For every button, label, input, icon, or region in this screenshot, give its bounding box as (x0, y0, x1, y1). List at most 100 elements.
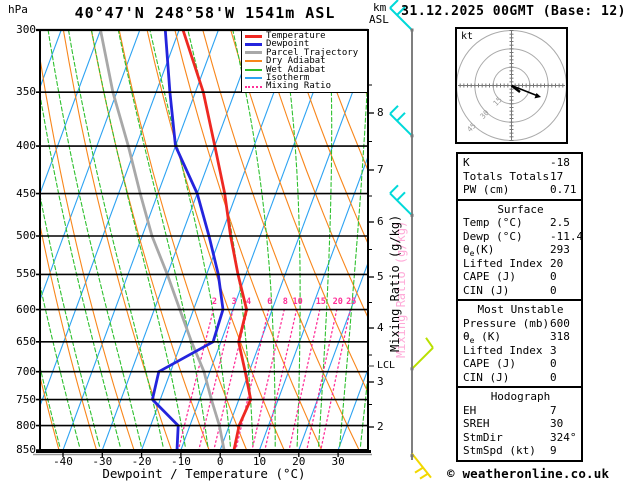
indices-section-title: Hodograph (490, 390, 551, 403)
pressure-tick-label: 300 (16, 23, 36, 36)
pressure-unit-label: hPa (8, 3, 28, 16)
indices-row-label: K (463, 156, 470, 169)
hodograph-unit-label: kt (461, 31, 474, 42)
indices-section: Hodograph EH 7 SREH 30 StmDir 324° StmSpd (kt) 9 (456, 386, 583, 462)
indices-row-label: CAPE (J) (463, 270, 516, 283)
temp-tick-label: 0 (216, 455, 224, 468)
legend-item-label: Mixing Ratio (266, 81, 332, 92)
indices-section-title: Most Unstable (477, 303, 564, 316)
indices-row-value: 7 (550, 403, 557, 417)
indices-row-label: Temp (°C) (463, 216, 523, 229)
legend-line-sample (245, 77, 262, 80)
legend-line-sample (245, 60, 262, 63)
mixing-axis-title: Mixing Ratio (g/kg) (388, 214, 402, 352)
km-tick-label: 5 (377, 270, 384, 283)
legend-line-sample (245, 34, 262, 38)
wind-barb (389, 184, 413, 217)
wind-barb (411, 453, 432, 480)
dry-adiabat-line (593, 30, 629, 450)
indices-row-value: -18 (550, 156, 570, 169)
indices-row: Temp (°C) 2.5 (463, 216, 581, 230)
temp-tick-label: -10 (170, 455, 191, 468)
dry-adiabat-line (40, 54, 135, 450)
dry-adiabat-line (230, 30, 368, 394)
mixing-ratio-line (264, 308, 298, 450)
mixing-ratio-value-label: 6 (267, 297, 273, 307)
indices-row-value: 318 (550, 330, 570, 343)
indices-row: CAPE (J) 0 (463, 357, 581, 371)
km-tick-label: 8 (377, 106, 384, 119)
skewt-chart-page: hPa 40°47'N 248°58'W 1541m ASL km ASL 31… (0, 0, 629, 486)
indices-row: Totals Totals17 (463, 170, 581, 184)
pressure-tick-label: 350 (16, 85, 36, 99)
km-tick-label: 3 (377, 375, 384, 388)
wind-barb-station-dot (410, 134, 414, 138)
wind-barb (389, 105, 413, 137)
indices-row: Pressure (mb)600 (463, 317, 581, 331)
indices-row-label: StmDir (463, 430, 503, 444)
temp-tick-label: -40 (53, 455, 73, 468)
indices-row: θe(K) 293 (463, 243, 581, 258)
mixing-ratio-line (306, 308, 338, 450)
temp-tick-label: 30 (331, 455, 345, 468)
indices-row-label: Lifted Index (463, 343, 543, 357)
indices-row: K -18 (463, 156, 581, 170)
mixing-ratio-line (288, 308, 321, 450)
x-axis-title: Dewpoint / Temperature (°C) (102, 466, 306, 481)
pressure-tick-label: 800 (16, 418, 36, 432)
indices-row-value: 0 (550, 370, 557, 384)
legend-item: Mixing Ratio (245, 81, 367, 92)
indices-row-label: SREH (463, 417, 490, 430)
pressure-tick-label: 500 (16, 229, 36, 242)
mixing-ratio-value-label: 15 (315, 297, 326, 307)
mixing-ratio-value-label: 3 (231, 297, 237, 307)
indices-row-value: -11.4 (550, 229, 584, 243)
indices-section: K -18 Totals Totals17 PW (cm) 0.71 (456, 152, 583, 201)
pressure-tick-label: 400 (16, 139, 36, 153)
wind-barb-station-dot (410, 454, 414, 458)
indices-section-title: Surface (497, 202, 544, 216)
indices-row-label: Pressure (mb) (463, 316, 550, 330)
indices-row: CIN (J) 0 (463, 284, 581, 298)
copyright: © weatheronline.co.uk (447, 466, 610, 481)
mixing-ratio-value-label: 25 (346, 297, 357, 307)
wind-barb-station-dot (410, 367, 414, 371)
km-tick-label: 7 (377, 163, 384, 176)
indices-row: θe (K) 318 (463, 330, 581, 345)
legend-line-sample (245, 85, 262, 88)
indices-row-value: 2.5 (550, 216, 570, 229)
indices-row: StmSpd (kt) 9 (463, 444, 581, 458)
indices-row-label: Lifted Index (463, 256, 543, 270)
indices-row: PW (cm) 0.71 (463, 183, 581, 197)
indices-row-value: 324° (550, 430, 577, 444)
indices-row-label: EH (463, 403, 477, 417)
mixing-ratio-line (251, 308, 285, 450)
wet-adiabat-line (0, 30, 2, 446)
km-tick-label: 6 (377, 215, 384, 228)
temp-tick-label: -20 (131, 455, 152, 468)
lcl-label: LCL (377, 360, 396, 371)
indices-row-label: CAPE (J) (463, 357, 516, 370)
indices-row-label: Totals Totals (463, 169, 550, 183)
indices-row-value: 0 (550, 283, 557, 297)
isotherm-line (101, 30, 259, 450)
dry-adiabat-line (621, 30, 629, 450)
pressure-tick-label: 450 (16, 186, 36, 200)
pressure-tick-label: 750 (16, 392, 36, 406)
indices-row-value: 0.71 (550, 183, 577, 196)
indices-row-value: 3 (550, 343, 557, 357)
indices-row: Dewp (°C) -11.4 (463, 229, 584, 244)
legend-line-sample (245, 43, 262, 47)
temp-tick-label: -30 (92, 455, 113, 468)
station-title: 40°47'N 248°58'W 1541m ASL (74, 4, 336, 22)
indices-row-value: 0 (550, 270, 557, 283)
pressure-tick-label: 850 (16, 443, 36, 456)
hodograph-line (511, 84, 539, 97)
dewpoint-curve (150, 30, 225, 450)
indices-row-value: 20 (550, 256, 564, 270)
indices-row-label: StmSpd (kt) (463, 444, 536, 457)
indices-row-value: 293 (550, 243, 570, 256)
km-tick-label: 4 (377, 321, 384, 334)
run-date-label: 31.12.2025 00GMT (Base: 12) (401, 4, 626, 19)
isotherm-line (219, 48, 368, 450)
